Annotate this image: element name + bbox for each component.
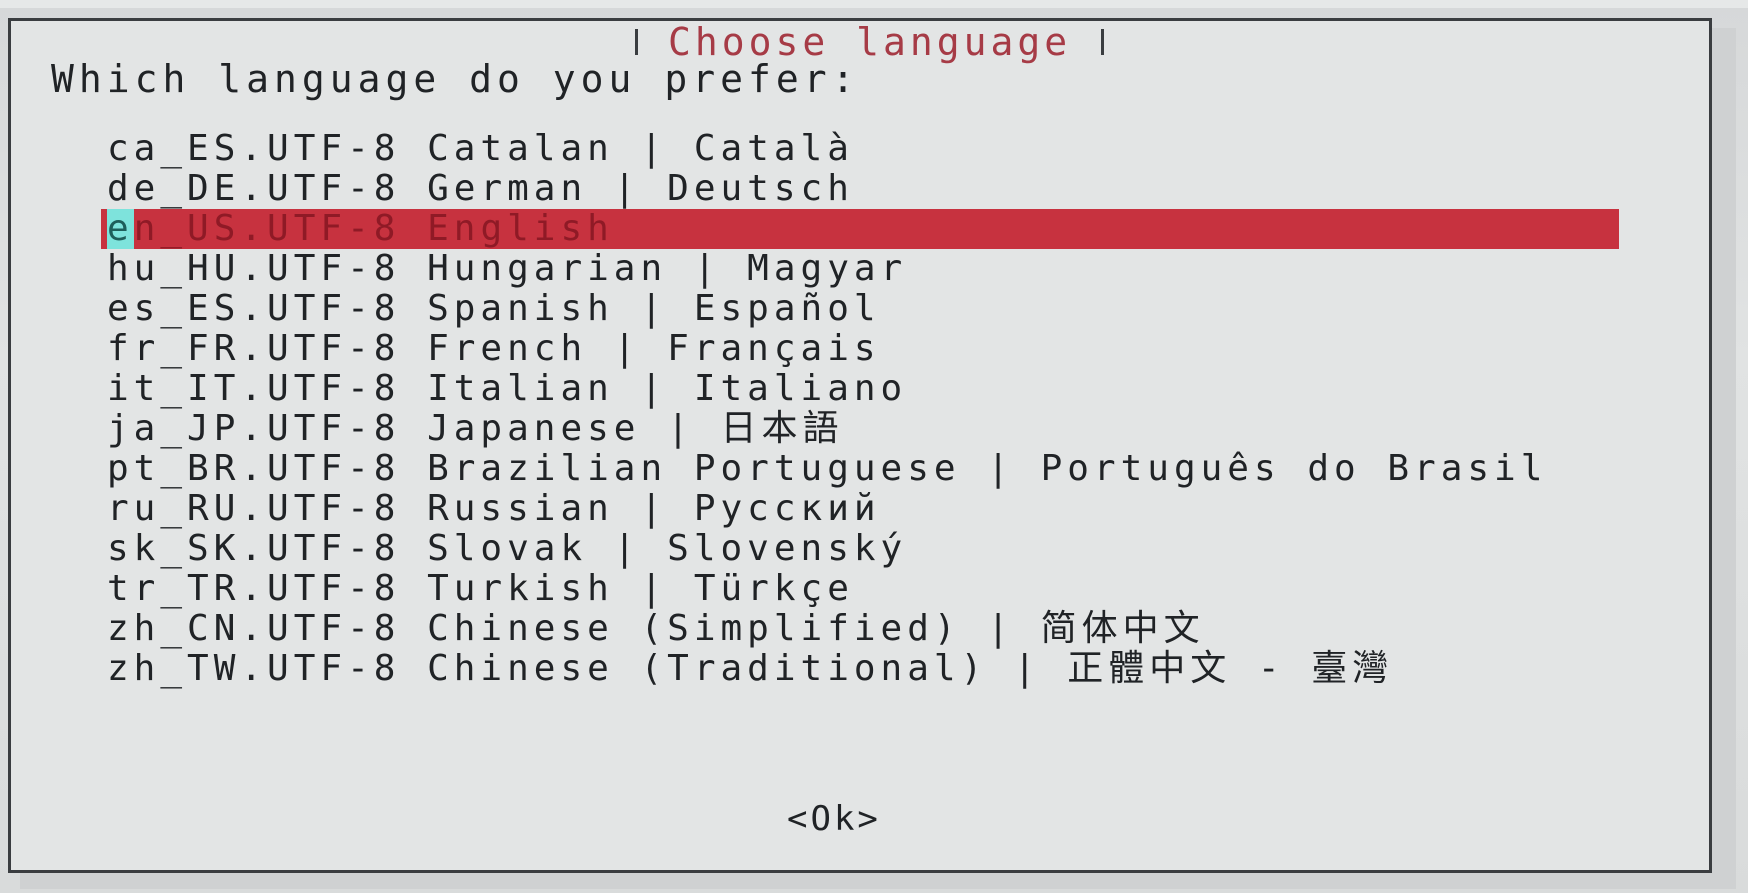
language-item[interactable]: ja_JP.UTF-8 Japanese | 日本語 [101, 409, 1631, 449]
language-item[interactable]: it_IT.UTF-8 Italian | Italiano [101, 369, 1631, 409]
dialog-prompt: Which language do you prefer: [51, 57, 860, 101]
language-item-label: sk_SK.UTF-8 Slovak | Slovenský [107, 528, 908, 569]
language-item-label: zh_CN.UTF-8 Chinese (Simplified) | 简体中文 [107, 608, 1205, 649]
top-strip [0, 0, 1748, 8]
dialog-shadow [1712, 28, 1736, 878]
language-item-label: ca_ES.UTF-8 Catalan | Català [107, 128, 854, 169]
language-item[interactable]: zh_CN.UTF-8 Chinese (Simplified) | 简体中文 [101, 609, 1631, 649]
language-item[interactable]: ru_RU.UTF-8 Russian | Русский [101, 489, 1631, 529]
dialog-shadow [20, 873, 1736, 889]
language-item-label: tr_TR.UTF-8 Turkish | Türkçe [107, 568, 854, 609]
title-bracket-right [1101, 29, 1105, 55]
language-item-label: it_IT.UTF-8 Italian | Italiano [107, 368, 908, 409]
text-cursor: e [107, 208, 134, 249]
language-item-selected[interactable]: en_US.UTF-8 English [101, 209, 1619, 249]
language-item[interactable]: sk_SK.UTF-8 Slovak | Slovenský [101, 529, 1631, 569]
language-item-label: de_DE.UTF-8 German | Deutsch [107, 168, 854, 209]
language-item-label: ja_JP.UTF-8 Japanese | 日本語 [107, 408, 844, 449]
language-item-label: es_ES.UTF-8 Spanish | Español [107, 288, 881, 329]
dialog-title: Choose language [668, 20, 1072, 64]
language-item-label: zh_TW.UTF-8 Chinese (Traditional) | 正體中文… [107, 648, 1394, 689]
language-item[interactable]: zh_TW.UTF-8 Chinese (Traditional) | 正體中文… [101, 649, 1631, 689]
title-bracket-left [635, 29, 638, 55]
language-list[interactable]: ca_ES.UTF-8 Catalan | Català de_DE.UTF-8 … [101, 129, 1631, 689]
language-item-label: en_US.UTF-8 English [107, 208, 614, 249]
language-item[interactable]: tr_TR.UTF-8 Turkish | Türkçe [101, 569, 1631, 609]
language-item-label: hu_HU.UTF-8 Hungarian | Magyar [107, 248, 908, 289]
language-item[interactable]: ca_ES.UTF-8 Catalan | Català [101, 129, 1631, 169]
language-item-label: fr_FR.UTF-8 French | Français [107, 328, 881, 369]
ok-button[interactable]: <Ok> [787, 799, 881, 839]
language-item[interactable]: hu_HU.UTF-8 Hungarian | Magyar [101, 249, 1631, 289]
language-item[interactable]: pt_BR.UTF-8 Brazilian Portuguese | Portu… [101, 449, 1631, 489]
language-item[interactable]: de_DE.UTF-8 German | Deutsch [101, 169, 1631, 209]
language-item-label: pt_BR.UTF-8 Brazilian Portuguese | Portu… [107, 448, 1548, 489]
language-item[interactable]: es_ES.UTF-8 Spanish | Español [101, 289, 1631, 329]
language-item-label: ru_RU.UTF-8 Russian | Русский [107, 488, 881, 529]
language-item[interactable]: fr_FR.UTF-8 French | Français [101, 329, 1631, 369]
language-dialog: Choose language Which language do you pr… [8, 18, 1712, 873]
